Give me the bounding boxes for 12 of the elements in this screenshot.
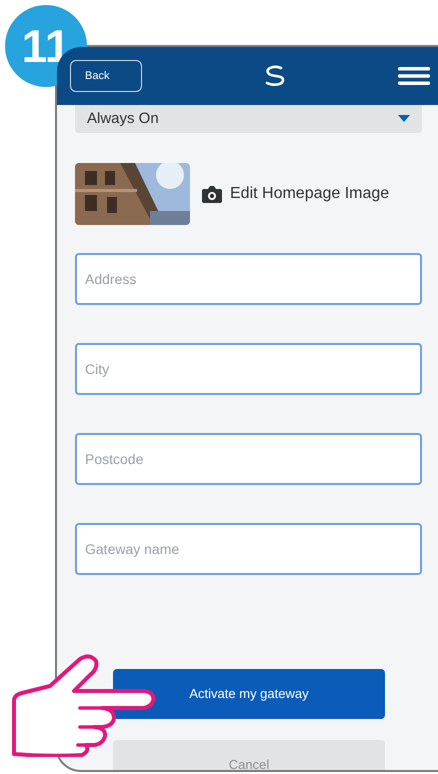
input-field[interactable]: Postcode bbox=[75, 433, 422, 485]
edit-image-link[interactable]: Edit Homepage Image bbox=[230, 182, 390, 206]
back-button[interactable]: Back bbox=[70, 60, 142, 92]
caret-icon bbox=[398, 115, 410, 123]
camera-icon[interactable] bbox=[202, 186, 222, 202]
input-field[interactable]: City bbox=[75, 343, 422, 395]
activate-button[interactable]: Activate my gateway bbox=[113, 669, 385, 719]
dropdown-value: Always On bbox=[87, 108, 159, 129]
input-field[interactable]: Gateway name bbox=[75, 523, 422, 575]
menu-icon[interactable] bbox=[398, 66, 430, 86]
input-field[interactable]: Address bbox=[75, 253, 422, 305]
dropdown[interactable]: Always On bbox=[75, 105, 422, 133]
